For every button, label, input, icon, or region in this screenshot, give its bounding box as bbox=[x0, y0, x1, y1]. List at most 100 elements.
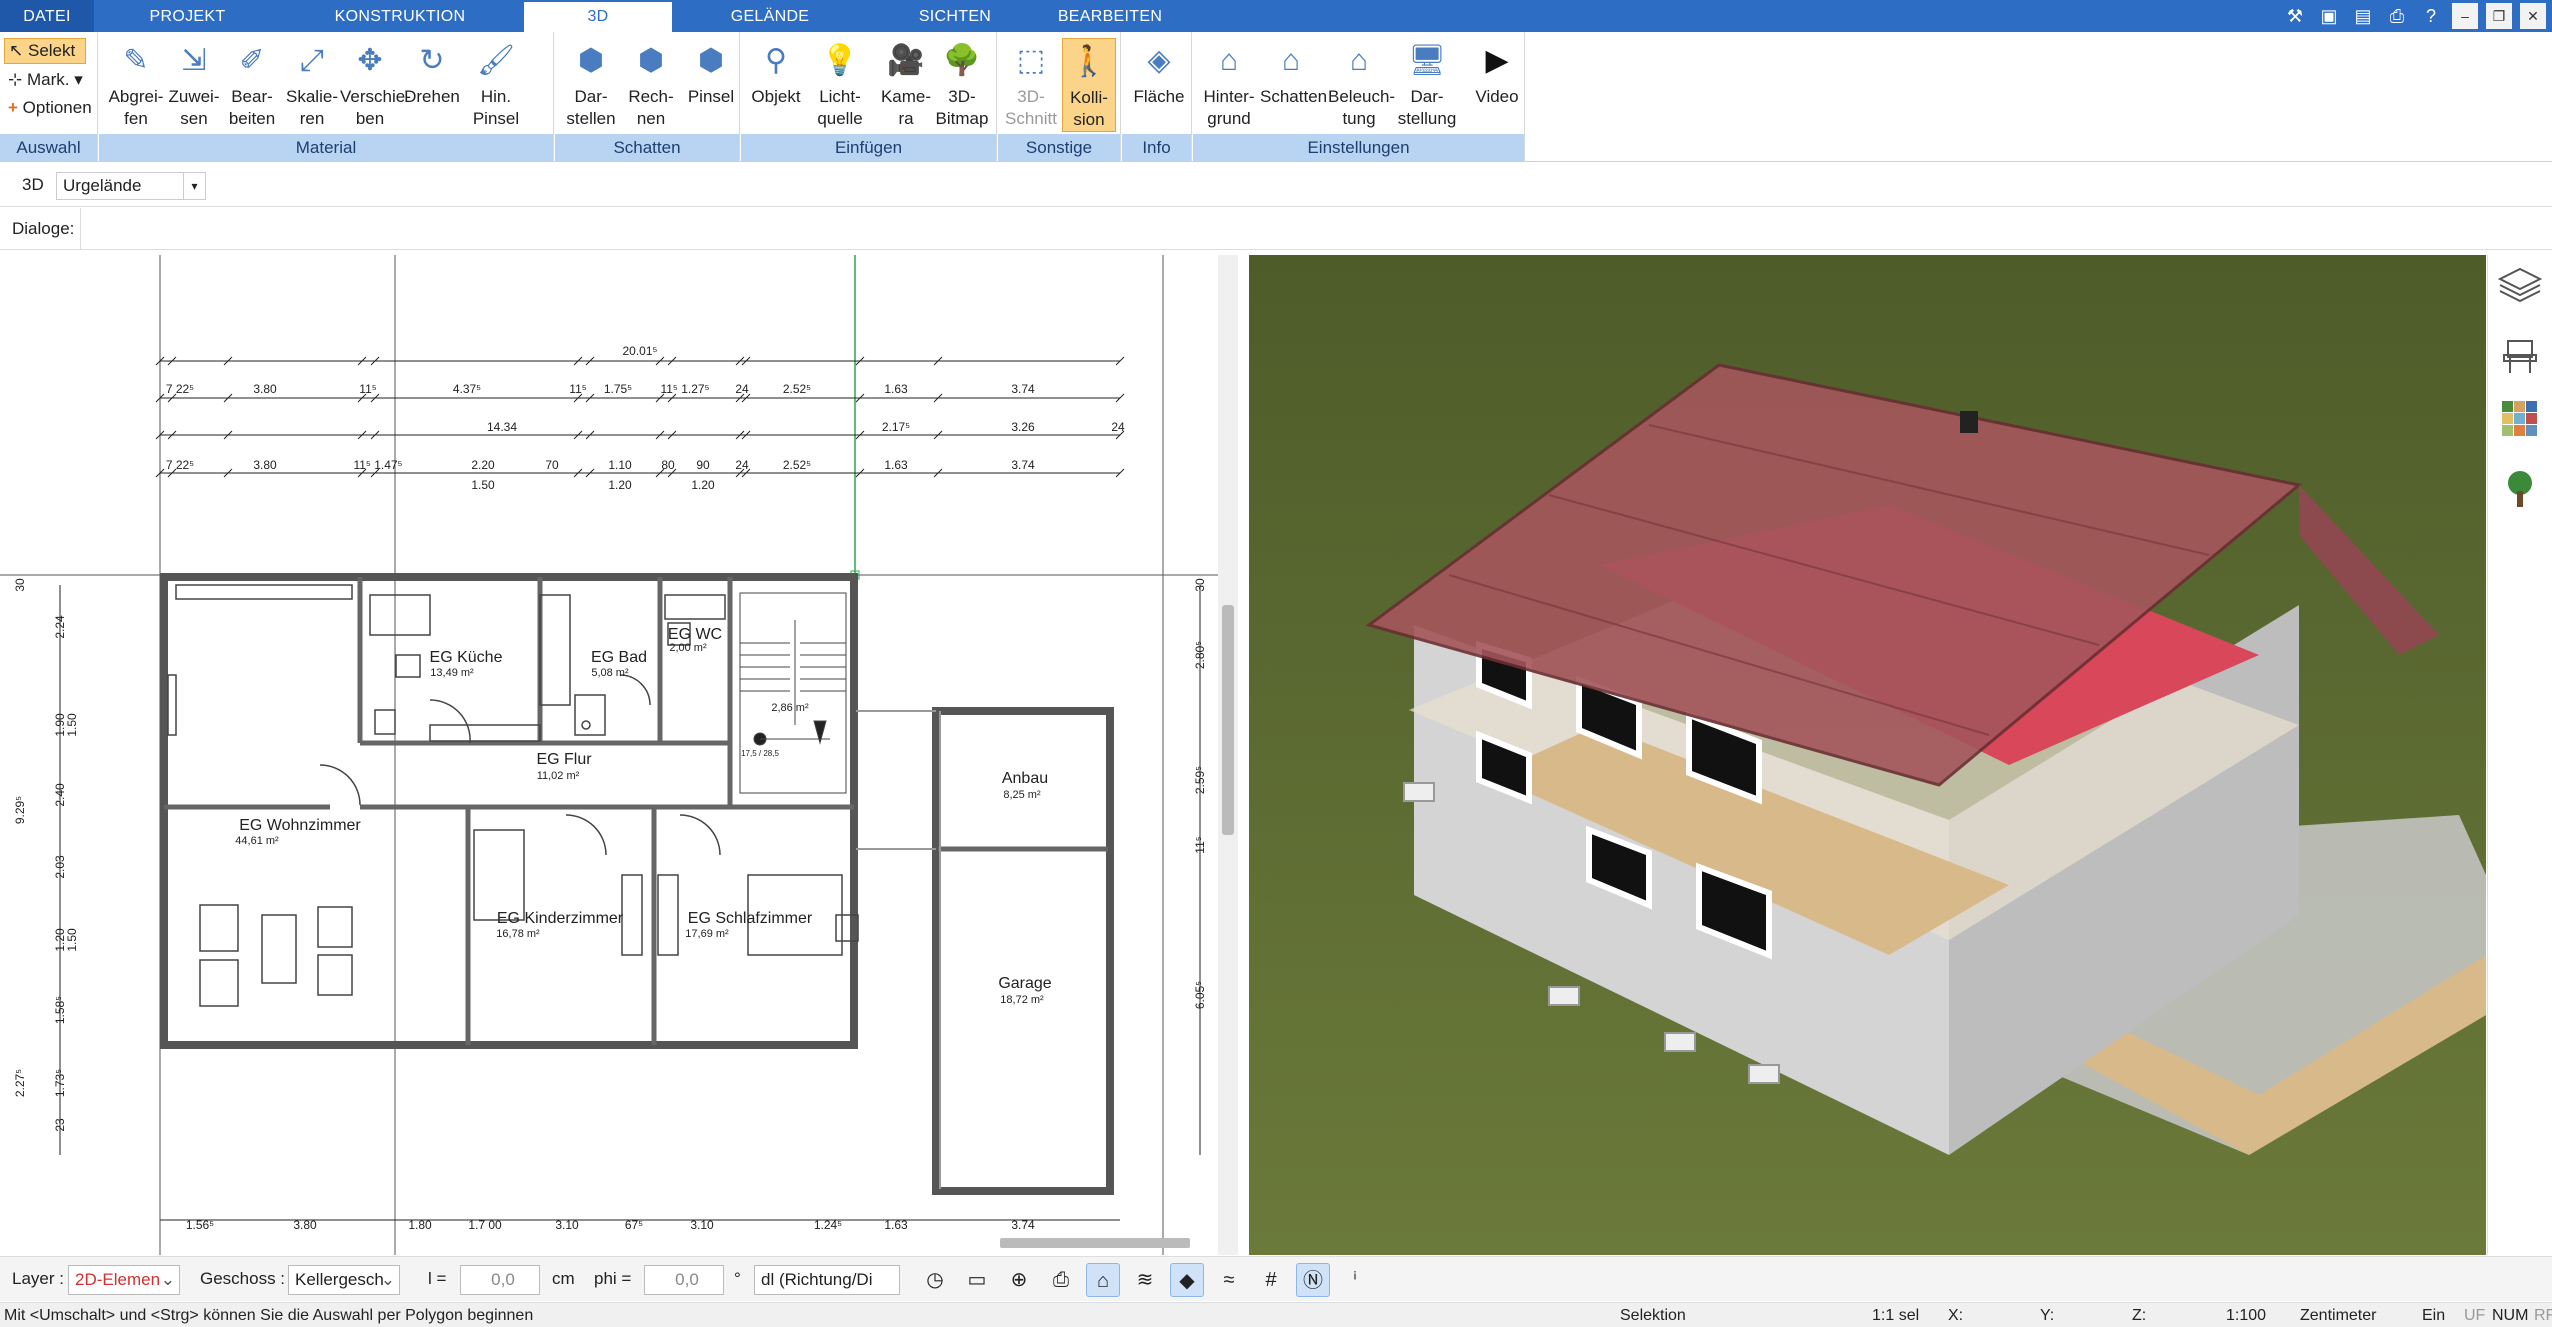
camera-icon[interactable]: ⊕ bbox=[1002, 1263, 1036, 1297]
room-area: 17,5 / 28,5 bbox=[741, 749, 779, 758]
room-area: 16,78 m² bbox=[496, 928, 540, 940]
dim-text: 1.58⁵ bbox=[53, 996, 67, 1024]
einfuegen-button-0[interactable]: ⚲ Objekt bbox=[746, 38, 806, 108]
help-icon[interactable]: ? bbox=[2418, 3, 2444, 29]
window-controls: ⚒ ▣ ▤ ⎙ ? – ❐ ✕ bbox=[2282, 2, 2546, 30]
room-bath[interactable]: EG Bad5,08 m² bbox=[591, 649, 647, 679]
roof-icon[interactable]: ⌂ bbox=[1086, 1263, 1120, 1297]
dim-text: 90 bbox=[696, 458, 710, 472]
material-palette-icon[interactable] bbox=[2502, 401, 2537, 436]
tools-icon[interactable]: ⚒ bbox=[2282, 3, 2308, 29]
tab-projekt[interactable]: PROJEKT bbox=[130, 0, 245, 32]
3d-scene[interactable] bbox=[1249, 255, 2486, 1255]
length-input[interactable]: 0,0 bbox=[460, 1265, 540, 1295]
clock-icon[interactable]: ◷ bbox=[918, 1263, 952, 1297]
material-button-1[interactable]: ⇲ Zuwei- sen bbox=[164, 38, 224, 130]
room-kitchen[interactable]: EG Küche13,49 m² bbox=[430, 649, 503, 679]
info-icon[interactable]: ⁱ bbox=[1338, 1263, 1372, 1297]
floor-dropdown[interactable]: Kellergesch ⌄ bbox=[288, 1265, 400, 1295]
sonstige-button-1[interactable]: 🚶 Kolli- sion bbox=[1062, 38, 1116, 132]
dim-text: 11⁵ bbox=[359, 382, 376, 396]
status-ein: Ein bbox=[2422, 1307, 2446, 1324]
einstellungen-button-4[interactable]: ▶ Video bbox=[1466, 38, 1528, 108]
shadow-brush-icon: ⬢ bbox=[697, 44, 725, 77]
button-label: Zuwei- sen bbox=[168, 87, 220, 128]
einfuegen-button-2[interactable]: 🎥 Kame- ra bbox=[876, 38, 936, 130]
einfuegen-button-3[interactable]: 🌳 3D- Bitmap bbox=[932, 38, 992, 130]
room-stairs[interactable]: 2,86 m² 17,5 / 28,5 bbox=[741, 702, 809, 758]
floor-label: Geschoss : bbox=[200, 1269, 286, 1288]
chair-icon[interactable] bbox=[2503, 340, 2537, 373]
schatten-button-0[interactable]: ⬢ Dar- stellen bbox=[562, 38, 620, 130]
furniture bbox=[167, 584, 859, 1007]
3d-view[interactable] bbox=[1249, 255, 2486, 1255]
material-button-6[interactable]: 🖌 Hin. Pinsel bbox=[466, 38, 526, 130]
mark-label: Mark. bbox=[26, 70, 70, 89]
direction-dropdown[interactable]: dl (Richtung/Di bbox=[754, 1265, 900, 1295]
dim-text: 1.73⁵ bbox=[53, 1069, 67, 1097]
floor-plan-canvas[interactable]: 20.01⁵ 7 22⁵ 3.80 11⁵ 4.37⁵ 11⁵ 1.75⁵ 11… bbox=[0, 255, 1230, 1255]
material-button-5[interactable]: ↻ Drehen bbox=[402, 38, 462, 108]
select-tool-button[interactable]: ↖ Selekt bbox=[4, 38, 86, 64]
room-living[interactable]: EG Wohnzimmer44,61 m² bbox=[235, 817, 361, 847]
room-anbau[interactable]: Anbau 8,25 m² bbox=[1002, 770, 1048, 801]
folder-icon[interactable]: ▤ bbox=[2350, 3, 2376, 29]
vertical-scrollbar-thumb[interactable] bbox=[1222, 605, 1234, 835]
wall-icon[interactable]: ≋ bbox=[1128, 1263, 1162, 1297]
room-hall[interactable]: EG Flur 11,02 m² bbox=[536, 751, 592, 782]
tab-gelaende[interactable]: GELÄNDE bbox=[715, 0, 825, 32]
options-button[interactable]: + Optionen bbox=[8, 96, 92, 120]
einstellungen-button-0[interactable]: ⌂ Hinter- grund bbox=[1198, 38, 1260, 130]
vertical-scrollbar[interactable] bbox=[1218, 255, 1238, 1255]
tree-icon: 🌳 bbox=[943, 44, 981, 77]
grid-icon[interactable]: # bbox=[1254, 1263, 1288, 1297]
minimize-button[interactable]: – bbox=[2452, 3, 2478, 29]
terrain-dropdown[interactable]: Urgelände ▾ bbox=[56, 172, 206, 200]
dim-text: 3.10 bbox=[555, 1218, 579, 1232]
dim-text: 1.63 bbox=[884, 382, 908, 396]
material-button-0[interactable]: ✎ Abgrei- fen bbox=[106, 38, 166, 130]
floor-icon[interactable]: ◆ bbox=[1170, 1263, 1204, 1297]
tab-datei[interactable]: DATEI bbox=[0, 0, 94, 32]
einfuegen-button-1[interactable]: 💡 Licht- quelle bbox=[810, 38, 870, 130]
tab-sichten[interactable]: SICHTEN bbox=[900, 0, 1010, 32]
horizontal-scrollbar-thumb[interactable] bbox=[1000, 1238, 1190, 1248]
room-bedroom[interactable]: EG Schlafzimmer17,69 m² bbox=[685, 910, 813, 940]
layer-dropdown[interactable]: 2D-Elemen ⌄ bbox=[68, 1265, 180, 1295]
terrain-icon[interactable]: ≈ bbox=[1212, 1263, 1246, 1297]
einstellungen-button-2[interactable]: ⌂ Beleuch- tung bbox=[1328, 38, 1395, 130]
dim-text: 3.80 bbox=[253, 382, 277, 396]
sonstige-button-0[interactable]: ⬚ 3D- Schnitt bbox=[1004, 38, 1058, 130]
tree-icon[interactable] bbox=[2508, 471, 2532, 507]
screen-icon[interactable]: ▭ bbox=[960, 1263, 994, 1297]
tab-3d[interactable]: 3D bbox=[524, 2, 672, 32]
layers-icon[interactable] bbox=[2497, 267, 2543, 303]
room-name: EG Wohnzimmer bbox=[239, 817, 361, 834]
close-button[interactable]: ✕ bbox=[2520, 3, 2546, 29]
einstellungen-button-3[interactable]: 🖥 Dar- stellung bbox=[1396, 38, 1458, 130]
material-button-4[interactable]: ✥ Verschie- ben bbox=[340, 38, 411, 130]
print-icon[interactable]: ⎙ bbox=[2384, 3, 2410, 29]
dim-text: 11⁵ 1.47⁵ bbox=[353, 458, 402, 472]
tab-bearbeiten[interactable]: BEARBEITEN bbox=[1050, 0, 1170, 32]
schatten-button-1[interactable]: ⬢ Rech- nen bbox=[622, 38, 680, 130]
dim-text: 11⁵ bbox=[569, 382, 586, 396]
floor-plan-view[interactable]: 20.01⁵ 7 22⁵ 3.80 11⁵ 4.37⁵ 11⁵ 1.75⁵ 11… bbox=[0, 255, 1230, 1255]
info-button-0[interactable]: ◈ Fläche bbox=[1128, 38, 1190, 108]
material-button-2[interactable]: ✐ Bear- beiten bbox=[222, 38, 282, 130]
material-button-3[interactable]: ⤢ Skalie- ren bbox=[282, 38, 342, 130]
save-icon[interactable]: ▣ bbox=[2316, 3, 2342, 29]
phi-input[interactable]: 0,0 bbox=[644, 1265, 724, 1295]
schatten-button-2[interactable]: ⬢ Pinsel bbox=[682, 38, 740, 108]
einstellungen-button-1[interactable]: ⌂ Schatten bbox=[1260, 38, 1327, 108]
dim-text: 1.50 bbox=[471, 478, 495, 492]
room-garage[interactable]: Garage 18,72 m² bbox=[998, 975, 1051, 1006]
room-wc[interactable]: EG WC2,00 m² bbox=[668, 626, 722, 654]
tab-konstruktion[interactable]: KONSTRUKTION bbox=[320, 0, 480, 32]
room-kids[interactable]: EG Kinderzimmer16,78 m² bbox=[496, 910, 624, 940]
restore-button[interactable]: ❐ bbox=[2486, 3, 2512, 29]
print-icon[interactable]: ⎙ bbox=[1044, 1263, 1078, 1297]
mark-button[interactable]: ⊹ Mark. ▾ bbox=[8, 68, 83, 92]
camera-icon: 🎥 bbox=[887, 44, 925, 77]
north-icon[interactable]: Ⓝ bbox=[1296, 1263, 1330, 1297]
